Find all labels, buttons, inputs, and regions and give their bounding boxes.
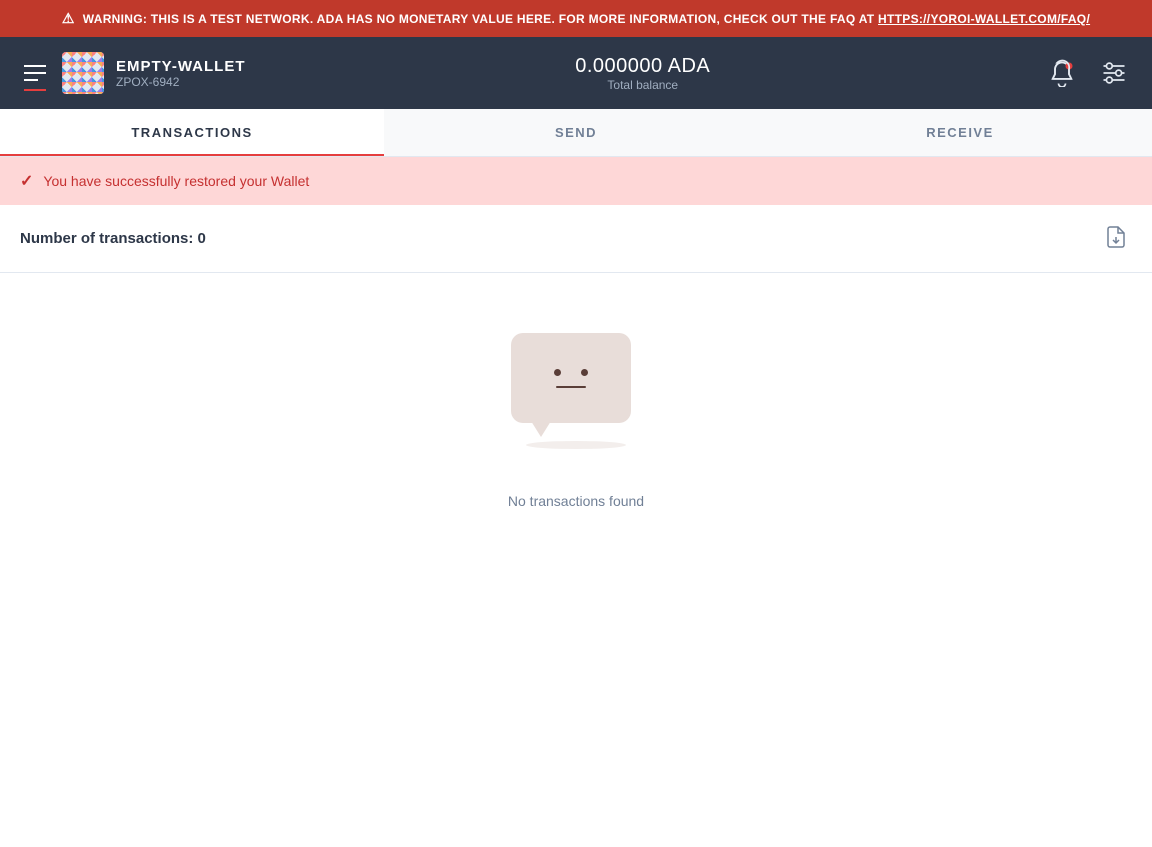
bubble-mouth: [556, 386, 586, 388]
main-content: Number of transactions: 0: [0, 205, 1152, 549]
bubble-face: [554, 369, 588, 388]
wallet-info: EMPTY-WALLET ZPOX-6942: [116, 58, 246, 89]
wallet-avatar: [62, 52, 104, 94]
bubble-eye-left: [554, 369, 561, 376]
speech-bubble: [511, 333, 631, 423]
shadow-line: [526, 441, 626, 449]
notifications-button[interactable]: [1040, 51, 1084, 95]
hamburger-menu-button[interactable]: [16, 57, 54, 89]
warning-text: WARNING: THIS IS A TEST NETWORK. ADA HAS…: [83, 12, 1090, 26]
bell-icon: [1048, 59, 1076, 87]
tab-receive[interactable]: RECEIVE: [768, 109, 1152, 156]
export-button[interactable]: [1100, 221, 1132, 256]
wallet-id: ZPOX-6942: [116, 75, 246, 89]
balance-amount: 0.000000 ADA: [246, 55, 1041, 78]
success-check-icon: ✓: [20, 171, 33, 191]
app-header: EMPTY-WALLET ZPOX-6942 0.000000 ADA Tota…: [0, 37, 1152, 109]
wallet-name: EMPTY-WALLET: [116, 58, 246, 75]
empty-label: No transactions found: [508, 493, 644, 509]
empty-illustration: [511, 333, 641, 463]
settings-button[interactable]: [1092, 51, 1136, 95]
warning-icon: ⚠: [62, 10, 75, 27]
tab-transactions[interactable]: TRANSACTIONS: [0, 109, 384, 156]
bubble-eyes: [554, 369, 588, 376]
transactions-count: Number of transactions: 0: [20, 230, 206, 247]
empty-state: No transactions found: [0, 273, 1152, 549]
balance-label: Total balance: [246, 78, 1041, 92]
success-message: You have successfully restored your Wall…: [43, 173, 309, 189]
export-icon: [1104, 225, 1128, 249]
transactions-header: Number of transactions: 0: [0, 205, 1152, 273]
bubble-eye-right: [581, 369, 588, 376]
transaction-number: 0: [198, 230, 206, 247]
warning-banner: ⚠ WARNING: THIS IS A TEST NETWORK. ADA H…: [0, 0, 1152, 37]
header-actions: [1040, 51, 1136, 95]
settings-icon: [1100, 59, 1128, 87]
nav-tabs: TRANSACTIONS SEND RECEIVE: [0, 109, 1152, 157]
warning-link[interactable]: HTTPS://YOROI-WALLET.COM/FAQ/: [878, 12, 1090, 26]
balance-section: 0.000000 ADA Total balance: [246, 55, 1041, 92]
success-banner: ✓ You have successfully restored your Wa…: [0, 157, 1152, 205]
tab-send[interactable]: SEND: [384, 109, 768, 156]
